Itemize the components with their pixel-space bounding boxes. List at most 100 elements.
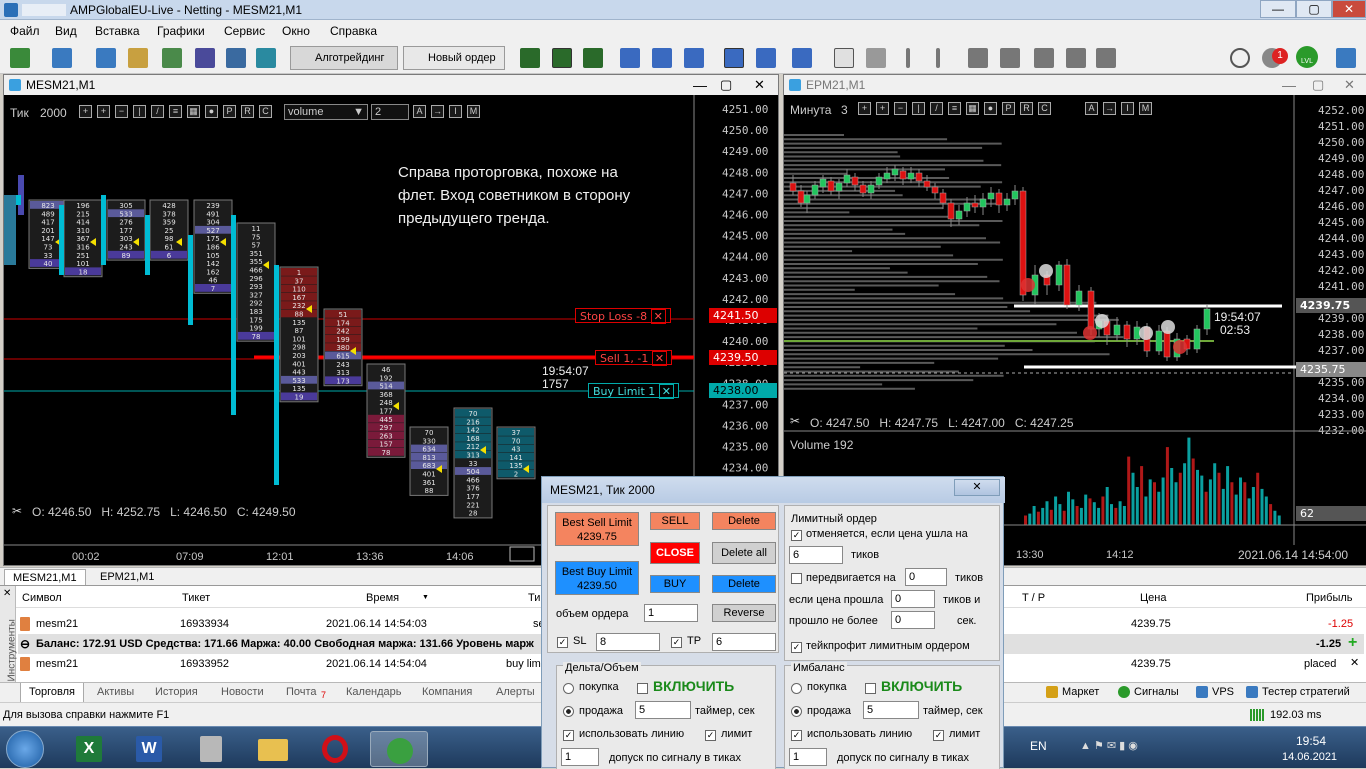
menu-tools[interactable]: Сервис <box>224 24 265 38</box>
new-order-button[interactable]: Новый ордер <box>403 46 505 70</box>
moves-checkbox[interactable] <box>791 573 802 584</box>
sl-checkbox[interactable]: ✓ <box>557 637 568 648</box>
delete-all-button[interactable]: Delete all <box>712 542 776 564</box>
autoscroll-icon[interactable] <box>724 48 744 68</box>
chart2-p-button[interactable]: P <box>1002 102 1015 115</box>
col-ticket[interactable]: Тикет <box>182 592 210 604</box>
channel-icon[interactable] <box>1000 48 1020 68</box>
crosshair-tool-icon[interactable]: ✂ <box>12 504 22 518</box>
col-symbol[interactable]: Символ <box>22 592 62 604</box>
best-sell-limit-button[interactable]: Best Sell Limit 4239.75 <box>555 512 639 546</box>
sell-button[interactable]: SELL <box>650 512 700 530</box>
chart2-rect-button[interactable]: ▦ <box>966 102 979 115</box>
grid-icon[interactable] <box>684 48 704 68</box>
tab-epm21[interactable]: EPM21,M1 <box>92 569 162 585</box>
window-icon[interactable] <box>96 48 116 68</box>
delete-order-icon[interactable]: ✕ <box>1350 656 1359 669</box>
minus-button[interactable]: − <box>115 105 128 118</box>
tab-market[interactable]: Маркет <box>1062 686 1099 698</box>
menu-charts[interactable]: Графики <box>157 24 205 38</box>
moves-ticks-input[interactable]: 0 <box>905 568 947 586</box>
crosshair-icon[interactable] <box>866 48 886 68</box>
delta-tolerance-input[interactable]: 1 <box>561 748 599 766</box>
indicator-select[interactable]: volume ▼ <box>284 104 368 120</box>
delta-enable-checkbox[interactable] <box>637 683 648 694</box>
circle-button[interactable]: ● <box>205 105 218 118</box>
reverse-button[interactable]: Reverse <box>712 604 776 622</box>
level-badge[interactable]: LVL <box>1296 46 1318 68</box>
text-button[interactable]: ≡ <box>169 105 182 118</box>
col-price[interactable]: Цена <box>1140 592 1166 604</box>
menu-help[interactable]: Справка <box>330 24 377 38</box>
tab-calendar[interactable]: Календарь <box>346 686 402 698</box>
collapse-icon[interactable]: ⊖ <box>20 637 30 651</box>
close-position-button[interactable]: CLOSE <box>650 542 700 564</box>
arrow-button[interactable]: → <box>431 105 444 118</box>
tab-company[interactable]: Компания <box>422 686 472 698</box>
taskbar-calculator[interactable] <box>186 731 236 767</box>
taskbar-opera[interactable] <box>310 731 360 767</box>
a-button[interactable]: A <box>413 105 426 118</box>
navigator-icon[interactable] <box>195 48 215 68</box>
delta-limit-checkbox[interactable]: ✓ <box>705 730 716 741</box>
search-icon[interactable] <box>1230 48 1250 68</box>
tab-trade[interactable]: Торговля <box>20 683 84 703</box>
horizontal-line-icon[interactable] <box>936 48 940 68</box>
menu-view[interactable]: Вид <box>55 24 77 38</box>
delta-timer-input[interactable]: 5 <box>635 701 691 719</box>
chart2-vline-button[interactable]: | <box>912 102 925 115</box>
chart-minimize-button[interactable]: — <box>693 75 707 95</box>
market-watch-icon[interactable] <box>128 48 148 68</box>
delta-buy-radio[interactable] <box>563 683 574 694</box>
minimize-button[interactable]: — <box>1260 0 1296 18</box>
vertical-line-icon[interactable] <box>906 48 910 68</box>
templates-icon[interactable] <box>792 48 812 68</box>
tab-alerts[interactable]: Алерты <box>496 686 535 698</box>
profiles-icon[interactable] <box>52 48 72 68</box>
trade-panel[interactable]: MESM21, Тик 2000 ✕ Best Sell Limit 4239.7… <box>541 476 1005 769</box>
taskbar-explorer[interactable] <box>248 731 298 767</box>
imb-sell-radio[interactable] <box>791 706 802 717</box>
menu-file[interactable]: Файл <box>10 24 40 38</box>
vline-button[interactable]: | <box>133 105 146 118</box>
delta-sell-radio[interactable] <box>563 706 574 717</box>
tester-icon[interactable] <box>256 48 276 68</box>
add-position-icon[interactable]: + <box>1348 634 1357 652</box>
tab-mesm21[interactable]: MESM21,M1 <box>4 569 86 585</box>
tray-language[interactable]: EN <box>1030 739 1047 753</box>
bar-chart-icon[interactable] <box>520 48 540 68</box>
delete-buy-button[interactable]: Delete <box>712 575 776 593</box>
taskbar-metatrader[interactable] <box>370 731 428 767</box>
col-tp[interactable]: T / P <box>1022 592 1045 604</box>
chart2-maximize-button[interactable]: ▢ <box>1312 75 1324 95</box>
chart2-text-button[interactable]: ≡ <box>948 102 961 115</box>
algotrading-button[interactable]: Алготрейдинг <box>290 46 398 70</box>
maximize-button[interactable]: ▢ <box>1296 0 1332 18</box>
buy-button[interactable]: BUY <box>650 575 700 593</box>
passed-ticks-input[interactable]: 0 <box>891 590 935 608</box>
toolbox-close-icon[interactable]: ✕ <box>3 588 11 599</box>
tab-vps[interactable]: VPS <box>1212 686 1234 698</box>
text-tool-icon[interactable] <box>1066 48 1086 68</box>
sl-input[interactable]: 8 <box>596 633 660 651</box>
data-window-icon[interactable] <box>162 48 182 68</box>
chart2-r-button[interactable]: R <box>1020 102 1033 115</box>
p-button[interactable]: P <box>223 105 236 118</box>
chart-maximize-button[interactable]: ▢ <box>720 75 732 95</box>
tab-news[interactable]: Новости <box>221 686 264 698</box>
chart2-add-button[interactable]: + <box>858 102 871 115</box>
order-volume-input[interactable]: 1 <box>644 604 698 622</box>
chart2-a-button[interactable]: A <box>1085 102 1098 115</box>
cursor-icon[interactable] <box>834 48 854 68</box>
no-more-input[interactable]: 0 <box>891 611 935 629</box>
r-button[interactable]: R <box>241 105 254 118</box>
trendline-icon[interactable] <box>968 48 988 68</box>
chart2-i-button[interactable]: I <box>1121 102 1134 115</box>
menu-window[interactable]: Окно <box>282 24 310 38</box>
cancel-ticks-input[interactable]: 6 <box>789 546 843 564</box>
tab-strategy-tester[interactable]: Тестер стратегий <box>1262 686 1350 698</box>
line-chart-icon[interactable] <box>583 48 603 68</box>
c-button[interactable]: C <box>259 105 272 118</box>
close-window-button[interactable]: ✕ <box>1332 0 1366 18</box>
chart2-trend-button[interactable]: / <box>930 102 943 115</box>
